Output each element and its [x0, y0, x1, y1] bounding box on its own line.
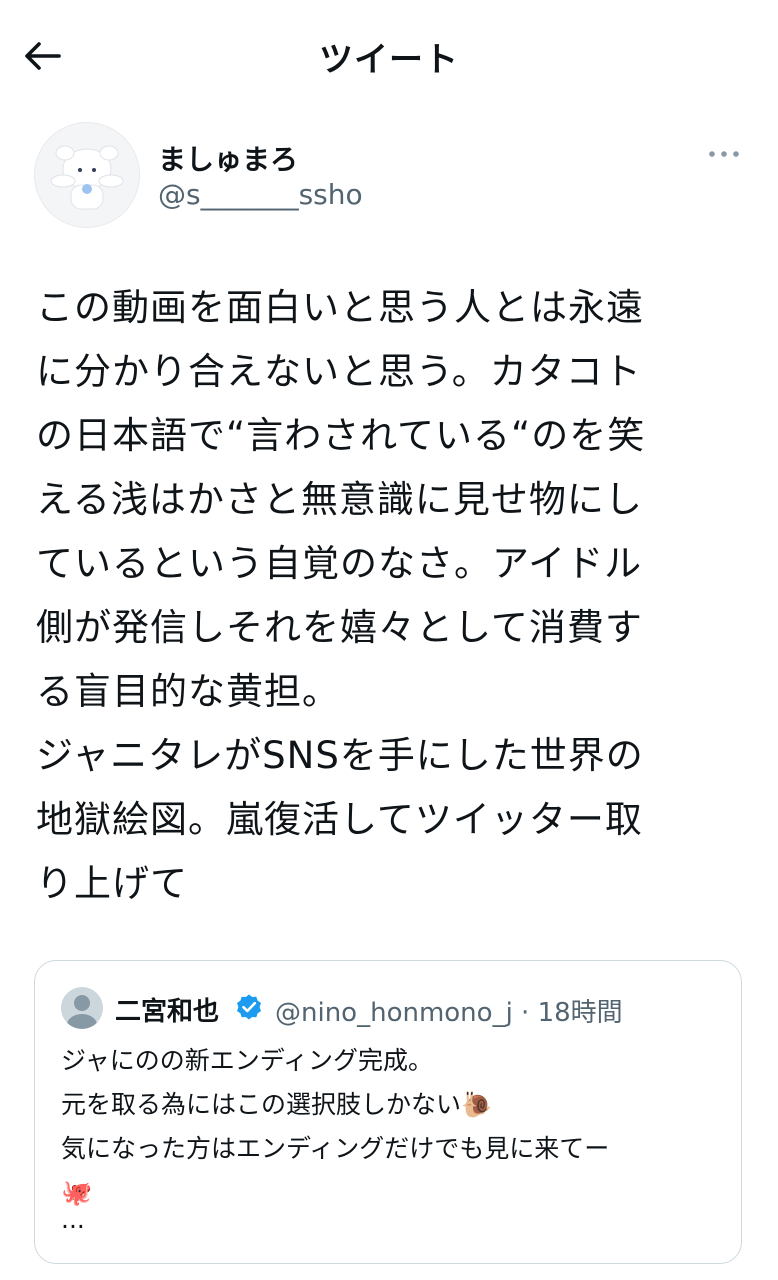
more-button[interactable] — [704, 144, 744, 164]
more-icon — [709, 151, 739, 157]
top-bar: ツイート — [0, 0, 778, 110]
quoted-tweet[interactable]: 二宮和也 @nino_honmono_j · 18時間 ジャにのの新エンディング… — [34, 960, 742, 1264]
tweet-text: この動画を面白いと思う人とは永遠 に分かり合えないと思う。カタコト の日本語で“… — [36, 286, 646, 905]
verified-badge — [235, 993, 263, 1021]
user-handle[interactable]: @s_______ssho — [158, 178, 363, 211]
tweet-author: ましゅまろ @s_______ssho — [34, 122, 744, 232]
quoted-text: ジャにのの新エンディング完成。 元を取る為にはこの選択肢しかない🐌 気になった方… — [61, 1046, 610, 1207]
quoted-handle-time: @nino_honmono_j · 18時間 — [275, 998, 623, 1028]
avatar-image — [50, 145, 124, 210]
quoted-avatar — [61, 987, 103, 1029]
verified-badge-icon — [237, 994, 261, 1020]
default-avatar-icon — [67, 995, 97, 1029]
avatar[interactable] — [34, 122, 140, 228]
display-name[interactable]: ましゅまろ — [158, 138, 298, 178]
page-title: ツイート — [319, 40, 459, 80]
quoted-display-name: 二宮和也 — [115, 997, 220, 1027]
quoted-ellipsis: ... — [61, 1205, 85, 1234]
